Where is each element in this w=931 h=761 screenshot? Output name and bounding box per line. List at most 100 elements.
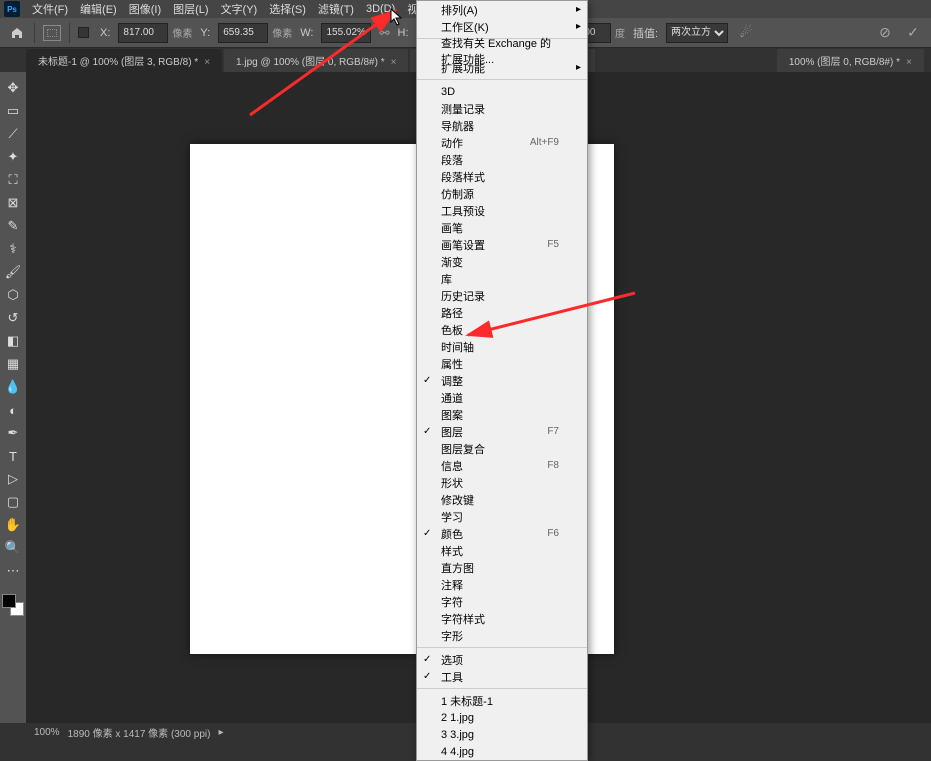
move-tool[interactable]: ✥	[2, 78, 24, 98]
history-brush-tool[interactable]: ↺	[2, 308, 24, 328]
menu-item[interactable]: 测量记录	[417, 100, 587, 117]
menu-item[interactable]: 调整	[417, 372, 587, 389]
menu-item[interactable]: 图层复合	[417, 440, 587, 457]
menu-item[interactable]: 信息F8	[417, 457, 587, 474]
marquee-tool[interactable]: ▭	[2, 101, 24, 121]
menu-item[interactable]: 注释	[417, 576, 587, 593]
transform-scope-icon[interactable]	[43, 25, 61, 41]
eraser-tool[interactable]: ◧	[2, 331, 24, 351]
menu-item[interactable]: 字符	[417, 593, 587, 610]
menu-edit[interactable]: 编辑(E)	[74, 0, 123, 19]
menu-item[interactable]: 3D	[417, 83, 587, 100]
close-icon[interactable]: ×	[906, 57, 912, 68]
tab-doc-4[interactable]: 100% (图层 0, RGB/8#) *×	[777, 49, 924, 72]
menu-image[interactable]: 图像(I)	[123, 0, 167, 19]
menu-item[interactable]: 字形	[417, 627, 587, 644]
menu-item[interactable]: 字符样式	[417, 610, 587, 627]
w-input[interactable]	[321, 23, 371, 43]
menu-item[interactable]: 时间轴	[417, 338, 587, 355]
menu-item[interactable]: 工作区(K)	[417, 18, 587, 35]
interp-label: 插值:	[633, 25, 658, 41]
x-label: X:	[100, 27, 110, 39]
menu-select[interactable]: 选择(S)	[263, 0, 312, 19]
hand-tool[interactable]: ✋	[2, 515, 24, 535]
menu-file[interactable]: 文件(F)	[26, 0, 74, 19]
menu-item[interactable]: 4 4.jpg	[417, 743, 587, 760]
menu-layer[interactable]: 图层(L)	[167, 0, 214, 19]
link-icon[interactable]: ⚯	[379, 26, 389, 40]
menu-item[interactable]: 查找有关 Exchange 的扩展功能...	[417, 42, 587, 59]
crop-tool[interactable]: ⛶	[2, 170, 24, 190]
menu-item[interactable]: 渐变	[417, 253, 587, 270]
menu-item[interactable]: 工具预设	[417, 202, 587, 219]
wand-tool[interactable]: ✦	[2, 147, 24, 167]
brush-tool[interactable]: 🖌	[2, 262, 24, 282]
type-tool[interactable]: T	[2, 446, 24, 466]
menu-filter[interactable]: 滤镜(T)	[312, 0, 360, 19]
tab-doc-1[interactable]: 未标题-1 @ 100% (图层 3, RGB/8) *×	[26, 49, 222, 72]
menu-item[interactable]: 画笔设置F5	[417, 236, 587, 253]
zoom-display[interactable]: 100%	[34, 727, 60, 738]
close-icon[interactable]: ×	[204, 57, 210, 68]
menu-item[interactable]: 仿制源	[417, 185, 587, 202]
menu-item[interactable]: 1 未标题-1	[417, 692, 587, 709]
menu-item[interactable]: 属性	[417, 355, 587, 372]
color-swatch[interactable]	[2, 594, 24, 616]
y-input[interactable]	[218, 23, 268, 43]
close-icon[interactable]: ×	[391, 57, 397, 68]
menu-item[interactable]: 通道	[417, 389, 587, 406]
cancel-icon[interactable]: ⊘	[875, 23, 895, 43]
zoom-tool[interactable]: 🔍	[2, 538, 24, 558]
path-select-tool[interactable]: ▷	[2, 469, 24, 489]
menu-item[interactable]: 样式	[417, 542, 587, 559]
menu-item[interactable]: 图层F7	[417, 423, 587, 440]
menu-item[interactable]: 颜色F6	[417, 525, 587, 542]
eyedropper-tool[interactable]: ✎	[2, 216, 24, 236]
warp-toggle[interactable]: ☄	[736, 23, 756, 43]
healing-tool[interactable]: ⚕	[2, 239, 24, 259]
anchor-grid[interactable]	[78, 27, 89, 38]
v-unit: 度	[615, 25, 625, 40]
gradient-tool[interactable]: ▦	[2, 354, 24, 374]
menu-item[interactable]: 选项	[417, 651, 587, 668]
dodge-tool[interactable]: ◐	[2, 400, 24, 420]
commit-icon[interactable]: ✓	[903, 23, 923, 43]
y-unit: 像素	[272, 25, 292, 40]
menu-3d[interactable]: 3D(D)	[360, 1, 401, 17]
menu-item[interactable]: 形状	[417, 474, 587, 491]
menu-item[interactable]: 库	[417, 270, 587, 287]
stamp-tool[interactable]: ⬡	[2, 285, 24, 305]
menu-item[interactable]: 路径	[417, 304, 587, 321]
menu-item[interactable]: 段落	[417, 151, 587, 168]
menu-item[interactable]: 2 1.jpg	[417, 709, 587, 726]
frame-tool[interactable]: ⊠	[2, 193, 24, 213]
menu-item[interactable]: 扩展功能	[417, 59, 587, 76]
menu-item[interactable]: 修改键	[417, 491, 587, 508]
info-caret-icon[interactable]: ▸	[218, 727, 223, 738]
window-menu-dropdown: 排列(A)工作区(K) 查找有关 Exchange 的扩展功能...扩展功能 3D测…	[416, 0, 588, 761]
menu-item[interactable]: 段落样式	[417, 168, 587, 185]
menu-item[interactable]: 直方图	[417, 559, 587, 576]
shape-tool[interactable]: ▢	[2, 492, 24, 512]
pen-tool[interactable]: ✒	[2, 423, 24, 443]
lasso-tool[interactable]: ⟋	[2, 124, 24, 144]
menu-item[interactable]: 3 3.jpg	[417, 726, 587, 743]
menu-item[interactable]: 导航器	[417, 117, 587, 134]
menu-item[interactable]: 学习	[417, 508, 587, 525]
tab-doc-2[interactable]: 1.jpg @ 100% (图层 0, RGB/8#) *×	[224, 49, 408, 72]
home-icon[interactable]	[8, 24, 26, 42]
menu-item[interactable]: 画笔	[417, 219, 587, 236]
menu-item[interactable]: 历史记录	[417, 287, 587, 304]
menu-item[interactable]: 排列(A)	[417, 1, 587, 18]
blur-tool[interactable]: 💧	[2, 377, 24, 397]
menu-item[interactable]: 动作Alt+F9	[417, 134, 587, 151]
interp-select[interactable]: 两次立方	[666, 23, 728, 43]
fg-color[interactable]	[2, 594, 16, 608]
doc-info[interactable]: 1890 像素 x 1417 像素 (300 ppi)	[68, 725, 211, 740]
menu-type[interactable]: 文字(Y)	[215, 0, 264, 19]
edit-toolbar[interactable]: ⋯	[2, 561, 24, 581]
menu-item[interactable]: 色板	[417, 321, 587, 338]
x-input[interactable]	[118, 23, 168, 43]
menu-item[interactable]: 图案	[417, 406, 587, 423]
menu-item[interactable]: 工具	[417, 668, 587, 685]
